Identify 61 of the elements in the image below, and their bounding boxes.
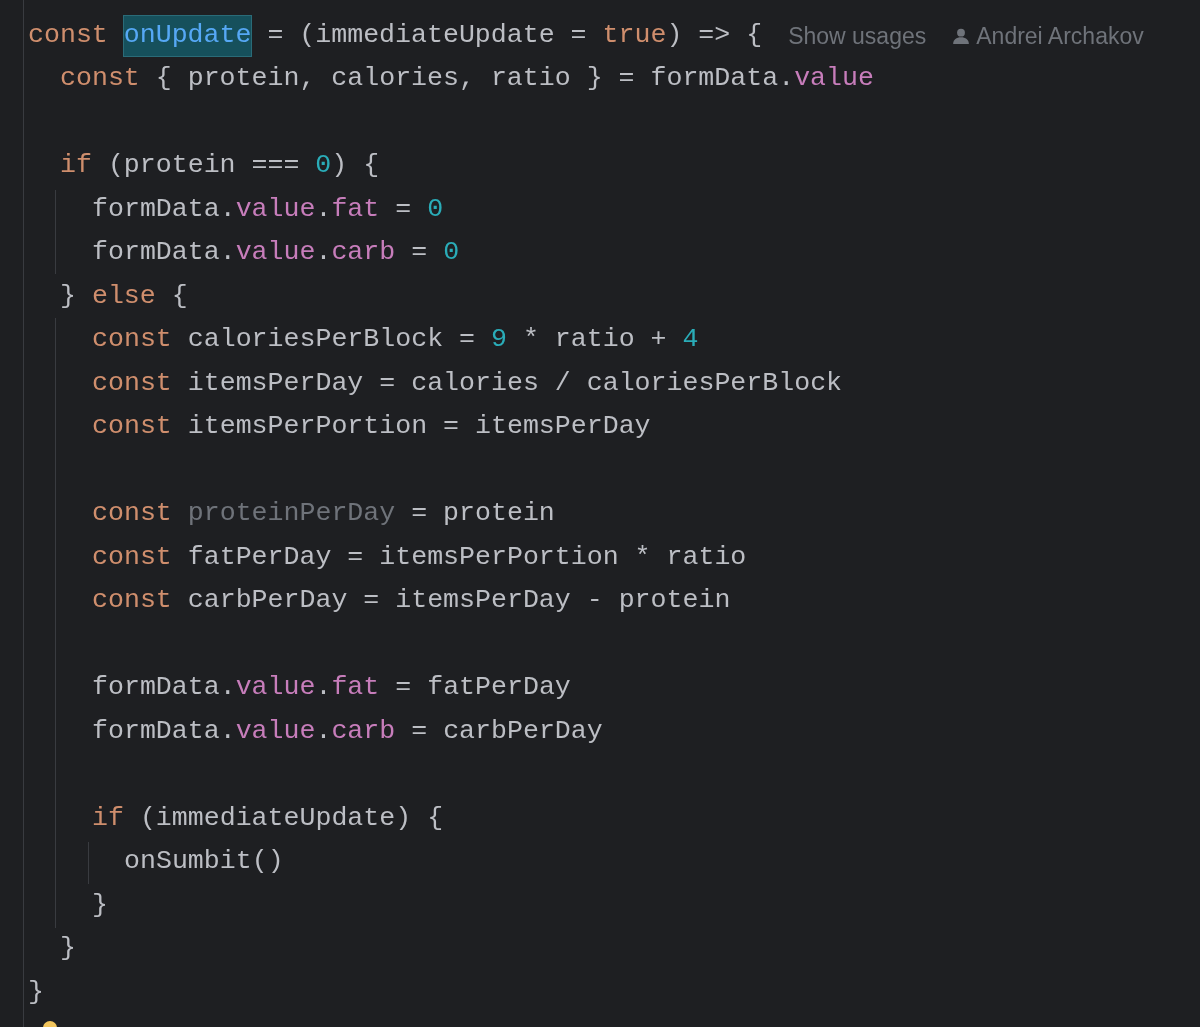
code-token: 4 [682,323,699,357]
code-token: 0 [315,149,332,183]
code-token: carb [331,236,396,270]
code-token: . [315,714,332,748]
code-token: onSumbit() [124,845,284,879]
code-token: proteinPerDay [187,497,396,531]
code-token: itemsPerPortion = itemsPerDay [186,410,651,444]
code-token: const [92,540,172,574]
code-token: value [235,714,316,748]
code-token: if [60,149,92,183]
code-token: const [92,410,172,444]
code-token: const [92,584,172,618]
code-token: = [410,236,429,270]
code-token: carb [331,714,396,748]
code-token: = protein [410,497,555,531]
code-token: const [92,366,172,400]
code-token: ) => { [666,18,763,52]
code-token: (protein === [106,149,301,183]
code-token: } [92,888,108,922]
code-token: const [92,323,172,357]
code-token: itemsPerDay = calories / caloriesPerBlock [186,366,843,400]
code-token: if [92,801,124,835]
code-token: = fatPerDay [394,671,571,705]
code-token: const [28,18,109,52]
code-token: 0 [427,192,444,226]
code-token: . [315,192,332,226]
code-token: (immediateUpdate) { [138,801,444,835]
code-token: * ratio + [521,323,668,357]
code-token: caloriesPerBlock = [186,323,476,357]
code-token: formData. [92,671,236,705]
code-token: formData. [92,236,236,270]
code-token: = (immediateUpdate = [266,18,588,52]
code-token: fat [331,671,380,705]
code-token: fat [331,192,380,226]
code-token: 9 [491,323,507,357]
code-token: { [170,279,188,313]
code-token: } [60,932,76,966]
code-token: 0 [443,236,460,270]
code-token: = [394,192,413,226]
code-token: value [794,62,874,96]
author-hint[interactable]: Andrei Archakov [976,18,1144,53]
code-token: formData. [92,192,236,226]
code-token: true [602,18,667,52]
code-token: carbPerDay = itemsPerDay - protein [186,584,731,618]
code-token: value [235,236,316,270]
code-token: const [92,497,173,531]
code-token: } [28,975,44,1009]
code-token: . [315,236,332,270]
code-token: value [235,671,316,705]
highlighted-identifier: onUpdate [123,15,252,56]
code-token: const [60,62,140,96]
code-token: ) { [331,149,380,183]
code-token: value [235,192,316,226]
code-token: formData. [92,714,236,748]
code-token: . [315,671,332,705]
code-token: fatPerDay = itemsPerPortion * ratio [186,540,747,574]
code-token: { protein, calories, ratio } = formData. [154,62,795,96]
show-usages-link[interactable]: Show usages [788,18,927,53]
code-token: } [60,279,77,313]
code-token: = carbPerDay [410,714,603,748]
code-token: else [91,279,156,313]
